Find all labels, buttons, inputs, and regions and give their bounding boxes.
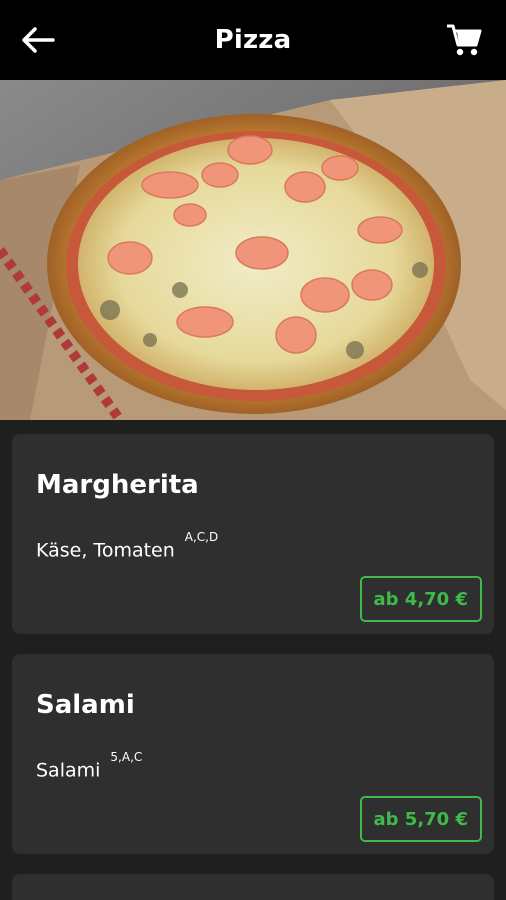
menu-item-allergens: A,C,D: [184, 530, 219, 544]
price-button[interactable]: ab 4,70 €: [359, 576, 482, 622]
menu-item-ingredients: Käse, Tomaten: [36, 539, 175, 562]
menu-item-card[interactable]: Margherita Käse, Tomaten A,C,D ab 4,70 €: [12, 434, 494, 634]
menu-item-allergens: 5,A,C: [110, 750, 143, 764]
menu-item-description: Salami 5,A,C: [36, 750, 142, 782]
top-app-bar: Pizza: [0, 0, 506, 80]
menu-item-card-partial[interactable]: [12, 874, 494, 900]
price-button[interactable]: ab 5,70 €: [359, 796, 482, 842]
menu-item-name: Margherita: [36, 470, 199, 500]
cart-button[interactable]: [444, 20, 484, 60]
menu-item-card[interactable]: Salami Salami 5,A,C ab 5,70 €: [12, 654, 494, 854]
app-screen: Pizza Margherita Käse, TomatenA,C,D ab 4…: [0, 0, 506, 900]
cart-icon: [447, 24, 482, 56]
menu-item-name: Salami: [36, 690, 135, 720]
page-title: Pizza: [214, 25, 292, 55]
menu-item-ingredients: Salami: [36, 759, 101, 782]
menu-item-description: Käse, Tomaten A,C,D: [36, 530, 218, 562]
menu-list: Margherita Käse, TomatenA,C,D ab 4,70 € …: [0, 420, 506, 900]
pizza-hero-image: [0, 80, 506, 420]
